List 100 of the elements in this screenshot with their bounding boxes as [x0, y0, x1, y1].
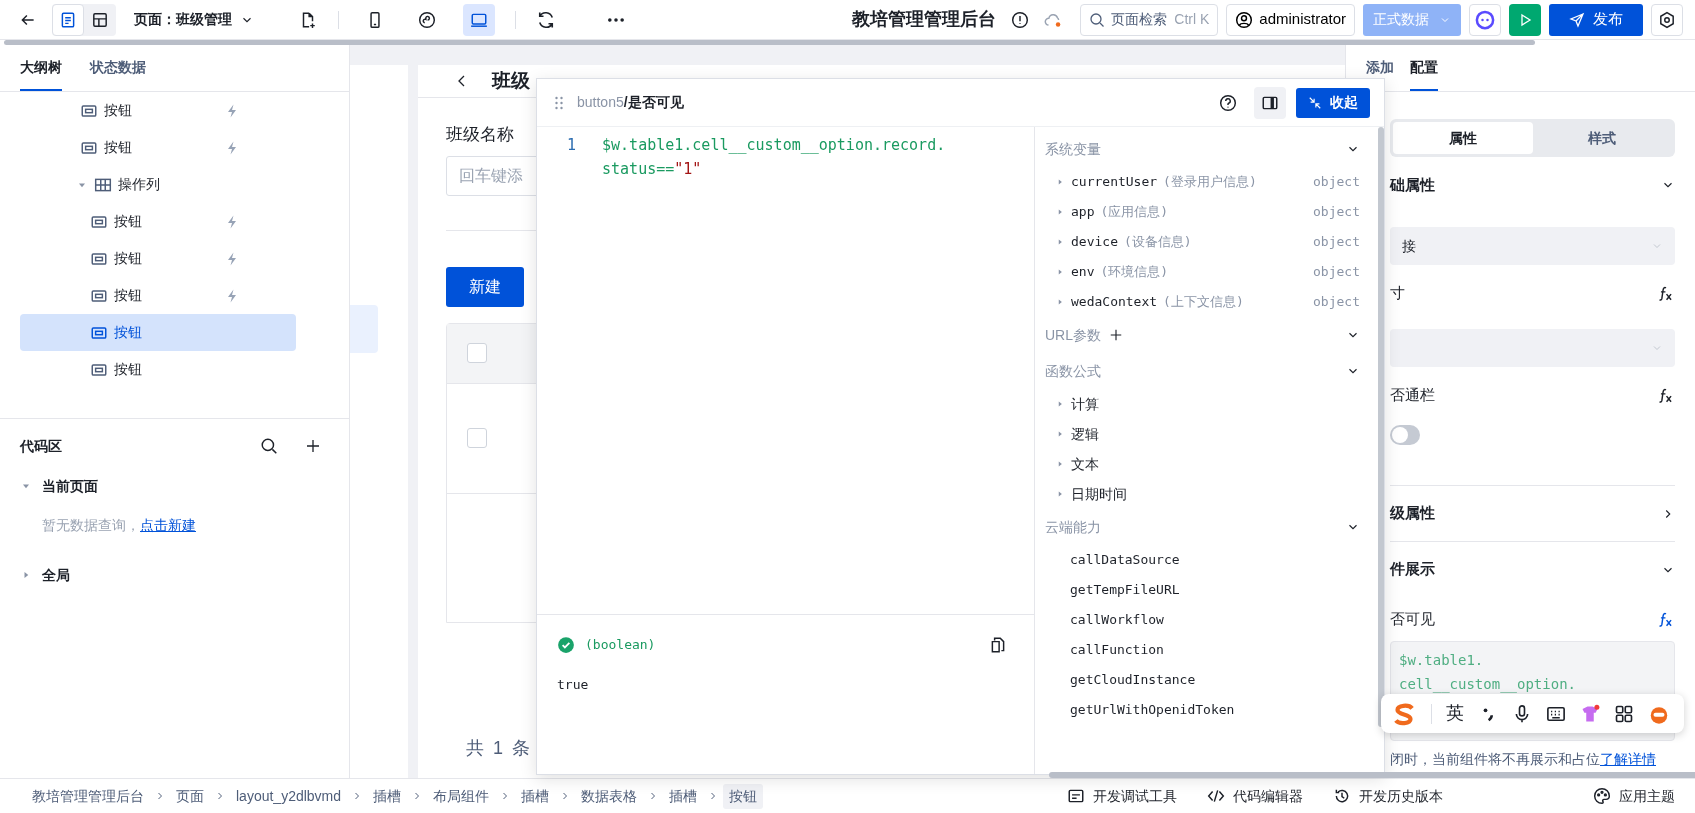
variable-item[interactable]: env (环境信息) object — [1045, 257, 1360, 287]
search-icon — [260, 437, 278, 455]
apps-icon[interactable] — [1614, 703, 1634, 724]
breadcrumb-item[interactable]: layout_y2dlbvmd — [230, 783, 348, 809]
section-header[interactable]: 件展示 — [1390, 541, 1675, 597]
layout-icon — [91, 10, 109, 29]
new-button[interactable]: 新建 — [446, 266, 524, 307]
variable-item[interactable]: wedaContext (上下文信息) object — [1045, 287, 1360, 317]
formula-icon[interactable] — [1657, 284, 1675, 302]
variable-item[interactable]: callWorkflow — [1045, 605, 1360, 635]
section-header[interactable]: 级属性 — [1390, 485, 1675, 541]
variable-item[interactable]: getTempFileURL — [1045, 575, 1360, 605]
create-link[interactable]: 点击新建 — [140, 517, 196, 533]
section-title: URL参数 — [1045, 325, 1101, 345]
field-label: 寸 — [1390, 282, 1405, 303]
variable-item[interactable]: 文本 — [1045, 449, 1360, 479]
tree-group[interactable]: 全局 — [20, 556, 329, 594]
toggle-switch[interactable] — [1390, 425, 1420, 445]
mini-program-icon — [418, 10, 436, 29]
tree-item[interactable]: 按钮 — [20, 314, 296, 351]
select-field[interactable] — [1390, 329, 1675, 367]
panel-tab[interactable]: 状态数据 — [90, 45, 146, 91]
desktop-view-button[interactable] — [463, 3, 495, 36]
variable-item[interactable]: 逻辑 — [1045, 419, 1360, 449]
breadcrumb-item[interactable]: 按钮 — [723, 783, 764, 809]
tree-item[interactable]: 按钮 — [20, 129, 296, 166]
toolbar-button[interactable]: 代码编辑器 — [1207, 785, 1303, 807]
breadcrumb-item[interactable]: 数据表格 — [575, 783, 644, 809]
search-field[interactable]: 页面检索 Ctrl K — [1080, 3, 1219, 36]
user-menu[interactable]: administrator — [1226, 3, 1355, 36]
tree-item[interactable]: 按钮 — [20, 240, 296, 277]
variable-item[interactable]: callFunction — [1045, 635, 1360, 665]
section-title: 代码区 — [20, 436, 62, 456]
formula-icon[interactable] — [1657, 386, 1675, 404]
breadcrumb-item[interactable]: 插槽 — [515, 783, 556, 809]
breadcrumb-item[interactable]: 页面 — [170, 783, 210, 809]
language-mode[interactable]: 英 — [1446, 700, 1464, 727]
outline-view-button[interactable] — [52, 3, 84, 36]
tree-item[interactable]: 按钮 — [20, 92, 296, 129]
variable-item[interactable]: app (应用信息) object — [1045, 197, 1360, 227]
shirt-icon[interactable] — [1580, 703, 1600, 724]
publish-button[interactable]: 发布 — [1549, 3, 1643, 36]
collapse-icon — [1308, 95, 1322, 110]
breadcrumb-item[interactable]: 教培管理管理后台 — [26, 783, 150, 809]
page-title: 班级 — [492, 68, 530, 93]
tree-item[interactable]: 按钮 — [20, 203, 296, 240]
tree-group[interactable]: 当前页面 — [20, 467, 329, 505]
panel-tab[interactable]: 配置 — [1410, 45, 1438, 91]
variable-item[interactable]: getCloudInstance — [1045, 665, 1360, 695]
formula-icon[interactable] — [1657, 610, 1675, 628]
checkbox[interactable] — [467, 343, 487, 363]
plus-icon — [305, 438, 321, 454]
empty-message: 暂无数据查询，点击新建 — [41, 516, 197, 535]
checkbox[interactable] — [467, 428, 487, 448]
toolbar-button[interactable]: 开发历史版本 — [1333, 785, 1443, 807]
search-icon — [1089, 11, 1106, 28]
help-icon — [1219, 93, 1237, 112]
help-text: 闭时，当前组件将不再展示和占位了解详情 — [1390, 750, 1657, 769]
run-button[interactable] — [1509, 3, 1541, 36]
settings-icon — [1658, 10, 1676, 29]
tree-item[interactable]: 按钮 — [20, 351, 296, 388]
collapse-button[interactable]: 收起 — [1296, 87, 1370, 118]
segment-tab[interactable]: 属性 — [1393, 122, 1533, 154]
breadcrumb-item[interactable]: 插槽 — [663, 783, 704, 809]
variable-item[interactable]: callDataSource — [1045, 545, 1360, 575]
variable-item[interactable]: 日期时间 — [1045, 479, 1360, 509]
panel-toggle-button[interactable] — [1254, 86, 1286, 119]
section-header[interactable]: 础属性 — [1390, 157, 1675, 213]
field-label: 否可见 — [1390, 608, 1435, 629]
variable-item[interactable]: getUrlWithOpenidToken — [1045, 695, 1360, 725]
app-title: 教培管理管理后台 — [852, 8, 997, 31]
theme-button[interactable]: 应用主题 — [1593, 785, 1675, 807]
page-select[interactable]: 页面：班级管理 — [124, 3, 264, 36]
document-icon — [59, 10, 77, 29]
tree-item[interactable]: 操作列 — [20, 166, 296, 203]
section-title: 云端能力 — [1045, 517, 1101, 537]
segment-tab[interactable]: 样式 — [1532, 122, 1672, 154]
tree-item[interactable]: 按钮 — [20, 277, 296, 314]
assistant-button[interactable] — [1469, 3, 1501, 36]
send-icon — [1569, 11, 1585, 28]
selection-highlight — [350, 305, 378, 353]
settings-button[interactable] — [1651, 3, 1683, 36]
variable-item[interactable]: currentUser (登录用户信息) object — [1045, 167, 1360, 197]
toolbar-button[interactable]: 开发调试工具 — [1067, 785, 1177, 807]
result-type: (boolean) — [585, 636, 656, 655]
shortcut-hint: Ctrl K — [1174, 10, 1210, 29]
more-icon — [608, 17, 624, 22]
console-icon — [1067, 787, 1085, 805]
total-count: 共 1 条 — [465, 736, 533, 760]
variable-item[interactable]: 计算 — [1045, 389, 1360, 419]
variable-item[interactable]: device (设备信息) object — [1045, 227, 1360, 257]
panel-tab[interactable]: 大纲树 — [20, 45, 62, 91]
breadcrumb-item[interactable]: 布局组件 — [427, 783, 496, 809]
learn-more-link[interactable]: 了解详情 — [1600, 751, 1656, 767]
refresh-icon — [536, 9, 556, 30]
breadcrumb-item[interactable]: 插槽 — [367, 783, 408, 809]
add-icon[interactable] — [1109, 328, 1123, 342]
section-title: 函数公式 — [1045, 361, 1101, 381]
code-line[interactable]: $w.table1.cell__custom__option.record.status=="1" — [602, 133, 946, 614]
select-field[interactable]: 接 — [1390, 227, 1675, 265]
